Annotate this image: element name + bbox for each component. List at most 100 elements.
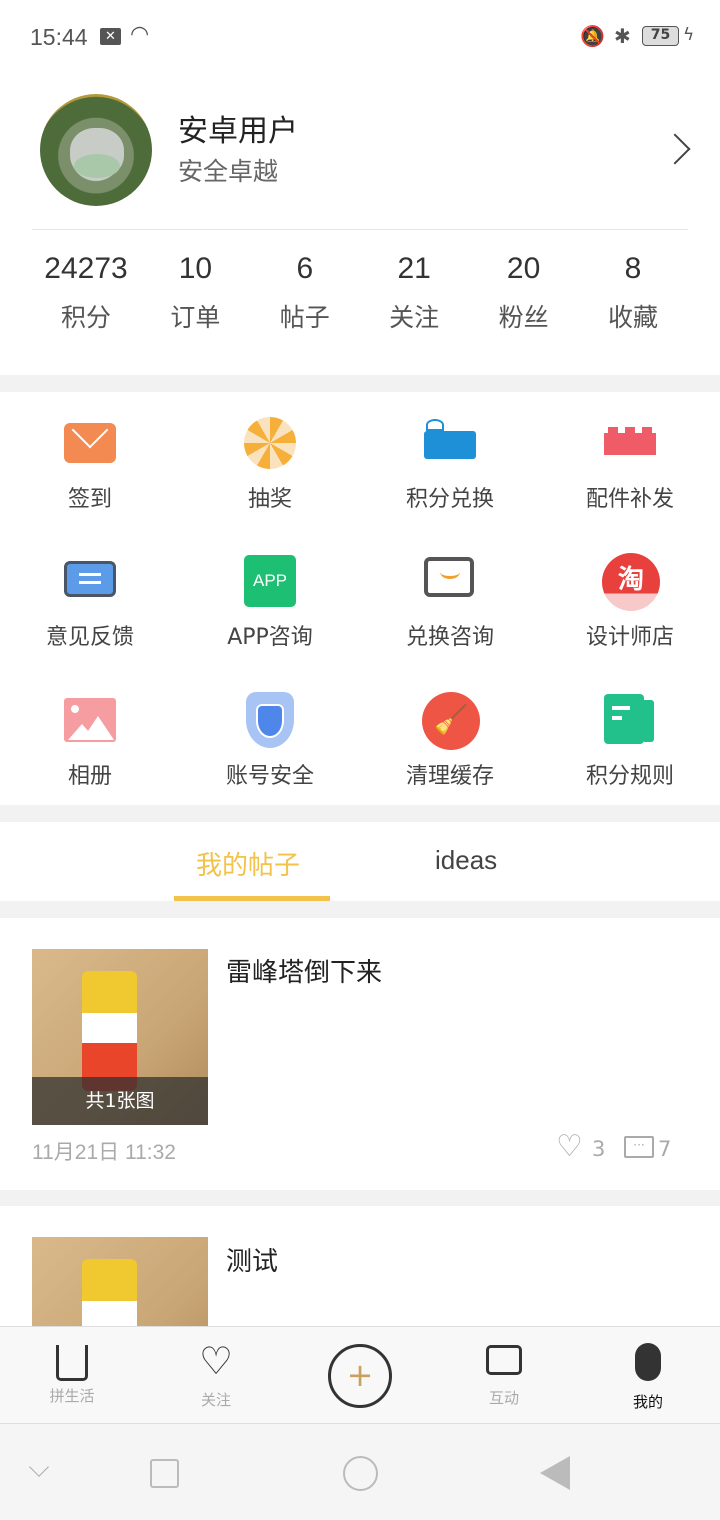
- post-date: 11月21日 11:32: [32, 1141, 176, 1164]
- grid-item-chat-smile[interactable]: 兑换咨询: [360, 553, 540, 651]
- nav-interact-label: 互动: [488, 1389, 519, 1407]
- nav-follow[interactable]: ♡ 关注: [144, 1341, 288, 1410]
- grid-item-label: 签到: [67, 487, 112, 512]
- comment-icon[interactable]: ···: [624, 1136, 654, 1158]
- grid-item-label: 积分兑换: [405, 487, 494, 512]
- grid-item-label: 配件补发: [585, 487, 674, 512]
- status-time: 15:44: [30, 24, 88, 50]
- bottom-nav: 拼生活 ♡ 关注 + 互动 我的: [0, 1326, 720, 1423]
- post-thumbnail: 共1张图: [32, 949, 208, 1125]
- post-title: 雷峰塔倒下来: [226, 958, 383, 988]
- stat-0[interactable]: 24273 积分: [31, 252, 141, 334]
- chat-smile-icon: [422, 553, 478, 609]
- envelope-icon: [62, 415, 118, 471]
- post-card[interactable]: 共1张图 雷峰塔倒下来 11月21日 11:32 ♡ 3 ··· 7: [0, 918, 720, 1190]
- comment-count: 7: [658, 1137, 672, 1161]
- brick-icon: [602, 415, 658, 471]
- wifi-icon: ◠: [130, 22, 150, 47]
- lottery-wheel-icon: [242, 415, 298, 471]
- grid-item-broom[interactable]: 🧹 清理缓存: [360, 692, 540, 790]
- divider: [32, 229, 688, 230]
- stat-4[interactable]: 20 粉丝: [469, 252, 579, 334]
- photo-icon: [62, 692, 118, 748]
- nav-me[interactable]: 我的: [576, 1341, 720, 1412]
- tab-ideas[interactable]: ideas: [435, 845, 497, 876]
- stat-value: 10: [178, 252, 213, 285]
- stat-value: 8: [624, 252, 642, 285]
- house-icon: [56, 1345, 88, 1381]
- grid-item-app[interactable]: APP APP咨询: [180, 553, 360, 651]
- like-icon[interactable]: ♡: [556, 1130, 583, 1164]
- nav-me-label: 我的: [632, 1393, 663, 1411]
- grid-item-label: 清理缓存: [405, 764, 494, 789]
- nav-follow-label: 关注: [200, 1391, 231, 1409]
- stat-5[interactable]: 8 收藏: [578, 252, 688, 334]
- rules-book-icon: [602, 692, 658, 748]
- recents-button[interactable]: [150, 1459, 179, 1488]
- notification-icon: ✕: [100, 28, 121, 45]
- nav-interact[interactable]: 互动: [432, 1341, 576, 1408]
- shield-icon: [242, 692, 298, 748]
- stat-label: 订单: [170, 303, 221, 332]
- grid-item-photo[interactable]: 相册: [0, 692, 180, 790]
- feedback-icon: [62, 553, 118, 609]
- battery-icon: 75: [642, 26, 679, 46]
- grid-item-label: 账号安全: [225, 764, 314, 789]
- post-card[interactable]: 测试: [0, 1206, 720, 1326]
- stat-label: 粉丝: [498, 303, 549, 332]
- heart-icon: ♡: [198, 1339, 234, 1383]
- grid-item-lottery-wheel[interactable]: 抽奖: [180, 415, 360, 513]
- grid-item-label: 积分规则: [585, 764, 674, 789]
- post-title: 测试: [226, 1247, 279, 1277]
- stat-value: 20: [506, 252, 541, 285]
- charging-icon: ϟ: [683, 25, 695, 45]
- collapse-icon[interactable]: [29, 1457, 49, 1477]
- profile-chevron-icon[interactable]: [659, 133, 691, 165]
- stat-value: 21: [397, 252, 431, 285]
- home-button[interactable]: [343, 1456, 378, 1491]
- stat-value: 24273: [44, 252, 128, 285]
- section-gap: [0, 375, 720, 392]
- section-gap: [0, 1190, 720, 1206]
- grid-item-gift[interactable]: 积分兑换: [360, 415, 540, 513]
- profile-name: 安卓用户: [178, 114, 298, 149]
- stat-value: 6: [296, 252, 314, 285]
- grid-item-brick[interactable]: 配件补发: [540, 415, 720, 513]
- grid-item-shield[interactable]: 账号安全: [180, 692, 360, 790]
- image-count: 共1张图: [32, 1077, 208, 1125]
- gift-icon: [422, 415, 478, 471]
- vibrate-icon: 🔕: [580, 24, 605, 48]
- grid-item-envelope[interactable]: 签到: [0, 415, 180, 513]
- grid-item-label: APP咨询: [227, 625, 313, 650]
- grid-item-label: 相册: [67, 764, 112, 789]
- avatar[interactable]: [40, 94, 152, 206]
- grid-item-label: 意见反馈: [45, 625, 134, 650]
- stat-label: 帖子: [279, 303, 330, 332]
- stat-1[interactable]: 10 订单: [140, 252, 250, 334]
- taobao-icon: 淘: [602, 553, 660, 611]
- stat-3[interactable]: 21 关注: [359, 252, 469, 334]
- nav-home[interactable]: 拼生活: [0, 1341, 144, 1406]
- grid-item-label: 设计师店: [585, 625, 674, 650]
- broom-icon: 🧹: [422, 692, 480, 750]
- stat-2[interactable]: 6 帖子: [250, 252, 360, 334]
- profile-icon: [635, 1343, 661, 1381]
- add-post-button[interactable]: +: [328, 1344, 392, 1408]
- post-thumbnail: [32, 1237, 208, 1326]
- grid-item-feedback[interactable]: 意见反馈: [0, 553, 180, 651]
- back-button[interactable]: [540, 1456, 570, 1490]
- profile-subtitle: 安全卓越: [178, 157, 279, 186]
- status-bar: 15:44 ✕ ◠ 🔕 ✱ 75 ϟ: [0, 0, 720, 75]
- like-count: 3: [592, 1137, 606, 1161]
- stat-label: 积分: [60, 303, 111, 332]
- nav-home-label: 拼生活: [49, 1387, 95, 1405]
- interact-icon: [486, 1345, 522, 1375]
- tab-my-posts[interactable]: 我的帖子: [196, 845, 300, 882]
- grid-item-rules-book[interactable]: 积分规则: [540, 692, 720, 790]
- grid-item-taobao[interactable]: 淘设计师店: [540, 553, 720, 651]
- section-gap: [0, 901, 720, 918]
- section-gap: [0, 805, 720, 822]
- grid-item-label: 兑换咨询: [405, 625, 494, 650]
- system-nav-bar: [0, 1423, 720, 1520]
- stat-label: 收藏: [607, 303, 658, 332]
